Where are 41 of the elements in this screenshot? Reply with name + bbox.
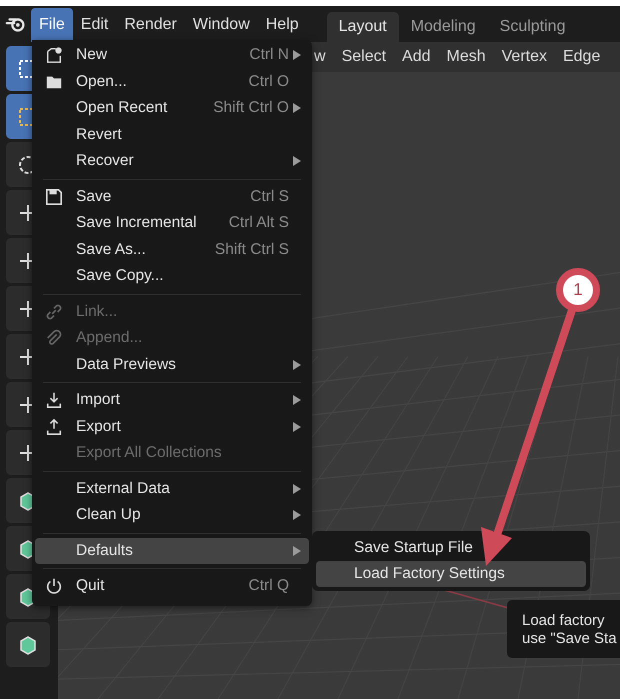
menu-item[interactable]: Save Ctrl S <box>35 184 309 210</box>
menu-item[interactable]: Open Recent Shift Ctrl O <box>35 95 309 122</box>
power-icon <box>45 577 63 596</box>
paperclip-icon <box>45 329 63 348</box>
new-file-icon <box>45 46 63 64</box>
menu-item[interactable]: Revert <box>35 122 309 148</box>
menu-item[interactable]: Select <box>336 46 392 68</box>
menu-item[interactable]: Edge <box>556 46 606 68</box>
workspace-tab[interactable]: Sculpting <box>488 12 578 42</box>
menu-item[interactable]: Save Incremental Ctrl Alt S <box>35 210 309 236</box>
menu-item[interactable]: Recover <box>35 148 309 174</box>
workspace-tab[interactable]: Modeling <box>398 12 488 42</box>
link-icon <box>45 302 63 321</box>
tooltip-text: Load factory <box>522 612 606 630</box>
menu-item[interactable]: External Data <box>35 476 309 502</box>
menu-item[interactable]: Edit <box>72 8 116 42</box>
menu-item[interactable]: w <box>308 46 332 68</box>
menu-item[interactable]: Load Factory Settings <box>316 561 586 587</box>
menu-item[interactable]: Quit Ctrl Q <box>35 573 309 600</box>
menu-item[interactable]: Clean Up <box>35 502 309 528</box>
menu-item[interactable]: Help <box>258 8 307 42</box>
menu-item[interactable]: Data Previews <box>35 352 309 378</box>
menu-item[interactable]: Export <box>35 414 309 440</box>
menu-item[interactable]: File <box>31 8 73 42</box>
menu-item[interactable]: Window <box>184 8 258 42</box>
menu-item[interactable]: Render <box>116 8 185 42</box>
menu-item[interactable]: Save Startup File <box>316 535 586 561</box>
menu-item[interactable]: Vertex <box>496 46 553 68</box>
menu-item[interactable]: Save As... Shift Ctrl S <box>35 236 309 263</box>
menu-item[interactable]: Import <box>35 387 309 414</box>
export-icon <box>45 418 63 436</box>
menu-item[interactable]: Open... Ctrl O <box>35 68 309 95</box>
menu-item[interactable]: New Ctrl N <box>35 42 309 68</box>
menu-item[interactable]: Add <box>396 46 436 68</box>
menu-item[interactable]: Defaults <box>35 538 309 564</box>
workspace-tab[interactable]: Layout <box>326 12 399 42</box>
tool-button[interactable] <box>6 622 50 667</box>
tooltip-text: use "Save Sta <box>522 630 618 648</box>
import-icon <box>45 391 63 410</box>
menu-item[interactable]: Save Copy... <box>35 263 309 290</box>
menu-item[interactable]: Mesh <box>440 46 492 68</box>
